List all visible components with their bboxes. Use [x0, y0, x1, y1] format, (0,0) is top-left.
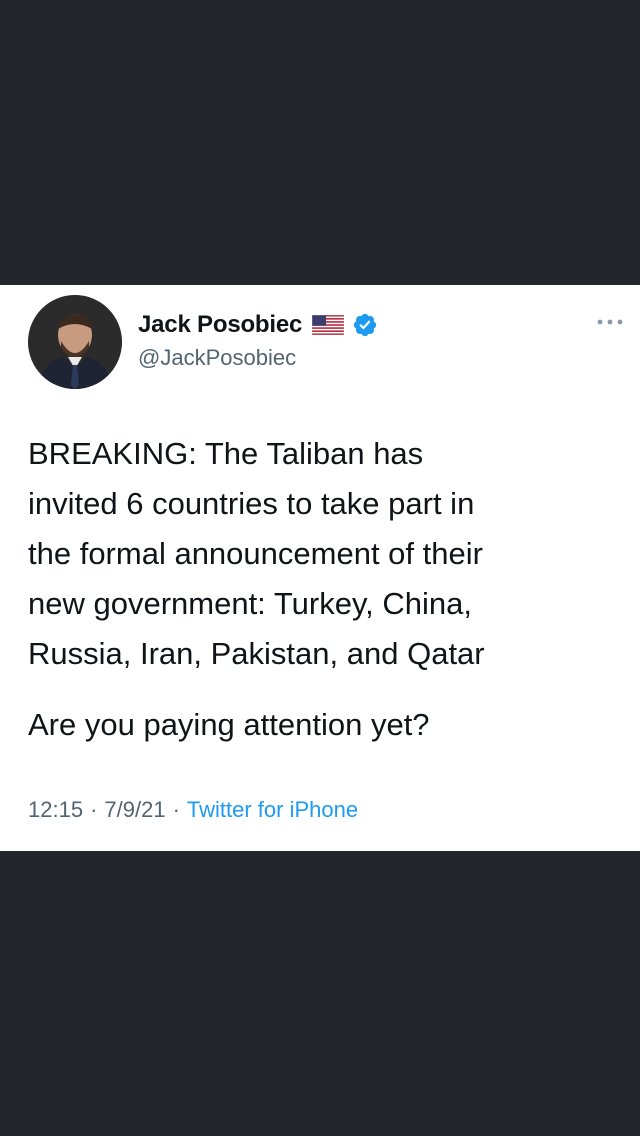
avatar-image — [28, 295, 122, 389]
user-handle[interactable]: @JackPosobiec — [138, 345, 296, 371]
tweet-text: BREAKING: The Taliban has invited 6 coun… — [28, 436, 485, 671]
tweet-card[interactable]: Jack Posobiec @JackPosobiec BREAKING: Th… — [0, 285, 640, 851]
display-name-row: Jack Posobiec — [138, 309, 378, 341]
avatar[interactable] — [28, 295, 122, 389]
screenshot-page: Jack Posobiec @JackPosobiec BREAKING: Th… — [0, 0, 640, 1136]
tweet-time[interactable]: 12:15 — [28, 797, 83, 823]
verified-badge-icon — [354, 313, 377, 337]
tweet-date[interactable]: 7/9/21 — [104, 797, 165, 823]
more-options-icon[interactable] — [596, 317, 624, 327]
tweet-text-question: Are you paying attention yet? — [28, 707, 430, 742]
us-flag-icon — [312, 315, 345, 335]
meta-separator: · — [90, 797, 98, 822]
tweet-meta: 12:15 · 7/9/21 · Twitter for iPhone — [28, 797, 358, 823]
tweet-source-link[interactable]: Twitter for iPhone — [187, 797, 358, 823]
meta-separator: · — [172, 797, 180, 822]
display-name[interactable]: Jack Posobiec — [138, 311, 302, 339]
